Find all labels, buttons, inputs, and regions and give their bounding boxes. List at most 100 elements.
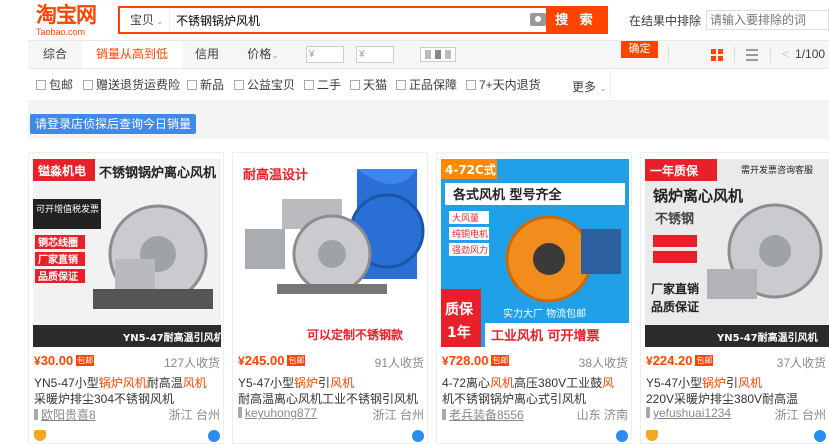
filter-bar: 包邮 赠送退货运费险 新品 公益宝贝 二手 天猫 正品保障 7+天内退货 更多 … <box>28 69 829 101</box>
shop-icon <box>442 409 446 420</box>
camera-icon[interactable] <box>530 13 546 26</box>
more-filters-button[interactable]: 更多 ⌄ <box>572 78 607 95</box>
product-price: ¥728.00 包邮 <box>442 353 510 368</box>
shop-name[interactable]: 欧阳贵喜8 <box>41 408 96 422</box>
price-row: ¥245.00 包邮 91人收货 <box>238 353 424 371</box>
filter-label: 正品保障 <box>409 78 458 92</box>
filter-return-insurance[interactable]: 赠送退货运费险 <box>83 78 180 92</box>
product-title[interactable]: 4-72离心风机高压380V工业鼓风 机不锈钢锅炉离心式引风机 <box>442 375 628 407</box>
image-headline-text: 锅炉离心风机 <box>653 187 743 205</box>
product-title[interactable]: YN5-47小型锅炉风机耐高温风机 采暖炉排尘304不锈钢风机 <box>34 375 220 407</box>
chevron-down-icon: ⌄ <box>599 83 607 93</box>
checkbox-icon <box>83 80 93 90</box>
filter-free-shipping[interactable]: 包邮 <box>36 78 73 92</box>
product-card[interactable]: 一年质保 需开发票咨询客服 锅炉离心风机 不锈钢 厂家直销 品质保证 YN5-4… <box>640 152 829 444</box>
shop-icon <box>34 409 38 420</box>
wangwang-chat-icon[interactable] <box>208 430 220 442</box>
shop-name[interactable]: 老兵装备8556 <box>449 408 524 422</box>
filter-label: 赠送退货运费险 <box>96 78 181 92</box>
divider <box>734 46 735 63</box>
wangwang-chat-icon[interactable] <box>814 430 826 442</box>
filter-tmall[interactable]: 天猫 <box>350 78 387 92</box>
filter-new[interactable]: 新品 <box>187 78 224 92</box>
image-line-text: 实力大厂 物流包邮 <box>503 307 586 320</box>
confirm-button[interactable]: 确定 <box>621 41 658 58</box>
product-image[interactable]: 耐高温设计 可以定制不锈钢款 <box>237 159 425 347</box>
price-value: 224.20 <box>652 353 693 368</box>
image-line-text: 厂家直销 <box>38 253 78 266</box>
filter-label: 二手 <box>317 78 342 92</box>
currency-symbol: ¥ <box>238 354 245 368</box>
filter-charity[interactable]: 公益宝贝 <box>234 78 295 92</box>
exclude-label: 在结果中排除 <box>629 14 702 28</box>
shop-location: 浙江 台州 <box>774 408 826 422</box>
shop-row: 欧阳贵喜8 浙江 台州 <box>34 406 220 422</box>
title-part: 高压380V工业鼓 <box>514 376 603 390</box>
checkbox-icon <box>396 80 406 90</box>
price-value: 245.00 <box>244 353 285 368</box>
price-max-input[interactable]: ¥ <box>356 46 394 63</box>
sold-count: 127人收货 <box>163 356 220 370</box>
image-line-text: 铜芯线圈 <box>38 236 78 249</box>
title-part: 220V采暖炉排尘380V耐高温 <box>646 392 799 406</box>
image-headline-text: 各式风机 型号齐全 <box>452 187 563 203</box>
prev-page-button[interactable]: < <box>782 47 789 61</box>
image-line-text: 强劲风力 <box>452 244 488 256</box>
badge-row <box>238 430 424 444</box>
filter-extra-panel <box>610 69 829 99</box>
product-card[interactable]: 4-72C式 各式风机 型号齐全 大风量 纯铜电机 强劲风力 实力大厂 物流包邮… <box>436 152 632 444</box>
sold-count: 91人收货 <box>374 356 424 370</box>
taobao-logo[interactable]: 淘宝网 Taobao.com <box>36 5 100 38</box>
more-label: 更多 <box>572 80 597 94</box>
title-part: YN5-47小型 <box>34 376 99 390</box>
filter-label: 天猫 <box>363 78 388 92</box>
filter-authentic[interactable]: 正品保障 <box>396 78 457 92</box>
search-input[interactable] <box>176 8 526 32</box>
search-button[interactable]: 搜 索 <box>546 8 606 32</box>
checkbox-icon <box>234 80 244 90</box>
login-tip-button[interactable]: 请登录店侦探后查询今日销量 <box>30 114 196 134</box>
price-range-icon[interactable] <box>420 47 456 62</box>
tab-comprehensive[interactable]: 综合 <box>28 41 82 68</box>
image-tag-text: 镒淼机电 <box>38 163 86 178</box>
search-type-select[interactable]: 宝贝 ⌄ <box>120 8 170 32</box>
tab-price-label: 价格 <box>247 47 272 61</box>
title-highlight: 风机 <box>182 376 207 390</box>
shop-location: 山东 济南 <box>576 408 628 422</box>
tab-price[interactable]: 价格⌄ <box>238 41 288 68</box>
tab-credit[interactable]: 信用 <box>182 41 232 68</box>
exclude-input[interactable] <box>706 10 829 30</box>
title-part: 机不锈钢锅炉离心式引风机 <box>442 392 587 406</box>
filter-label: 包邮 <box>49 78 74 92</box>
image-line-text: 品质保证 <box>38 270 78 283</box>
search-box: 宝贝⌄ 搜 索 <box>118 6 608 34</box>
logo-subtext: Taobao.com <box>36 27 86 37</box>
image-headline-text: 不锈钢锅炉离心风机 <box>99 165 216 181</box>
price-row: ¥30.00 包邮 127人收货 <box>34 353 220 371</box>
image-model-text: 工业风机 可开增票 <box>491 328 600 344</box>
product-title[interactable]: Y5-47小型锅炉引风机 220V采暖炉排尘380V耐高温 <box>646 375 826 407</box>
shop-name[interactable]: yefushuai1234 <box>653 406 731 420</box>
product-price: ¥245.00 包邮 <box>238 353 306 368</box>
grid-view-icon[interactable] <box>711 49 723 61</box>
filter-secondhand[interactable]: 二手 <box>304 78 341 92</box>
list-view-icon[interactable] <box>746 49 758 61</box>
wangwang-chat-icon[interactable] <box>616 430 628 442</box>
product-image[interactable]: 4-72C式 各式风机 型号齐全 大风量 纯铜电机 强劲风力 实力大厂 物流包邮… <box>441 159 629 347</box>
product-card[interactable]: 耐高温设计 可以定制不锈钢款 ¥245.00 包邮 91人收货 Y5-47小型锅炉… <box>232 152 428 444</box>
currency-symbol: ¥ <box>34 354 41 368</box>
product-image[interactable]: 一年质保 需开发票咨询客服 锅炉离心风机 不锈钢 厂家直销 品质保证 YN5-4… <box>645 159 829 347</box>
title-highlight: 风机 <box>738 376 763 390</box>
filter-7day-return[interactable]: 7+天内退货 <box>466 78 541 92</box>
tab-sales[interactable]: 销量从高到低 <box>82 41 182 68</box>
wangwang-chat-icon[interactable] <box>412 430 424 442</box>
product-title[interactable]: Y5-47小型锅炉引风机 耐高温离心风机工业不锈钢引风机 <box>238 375 424 407</box>
top-bar: 淘宝网 Taobao.com 宝贝⌄ 搜 索 在结果中排除 <box>0 0 829 40</box>
price-min-input[interactable]: ¥ <box>306 46 344 63</box>
price-row: ¥224.20 包邮 37人收货 <box>646 353 826 371</box>
shop-name[interactable]: keyuhong877 <box>245 406 317 420</box>
image-model-text: YN5-47耐高温引风机 <box>122 331 221 344</box>
product-card[interactable]: 镒淼机电 不锈钢锅炉离心风机 可开增值税发票 铜芯线圈 厂家直销 品质保证 YN… <box>28 152 224 444</box>
product-image[interactable]: 镒淼机电 不锈钢锅炉离心风机 可开增值税发票 铜芯线圈 厂家直销 品质保证 YN… <box>33 159 221 347</box>
title-part: 耐高温离心风机工业不锈钢引风机 <box>238 392 419 406</box>
